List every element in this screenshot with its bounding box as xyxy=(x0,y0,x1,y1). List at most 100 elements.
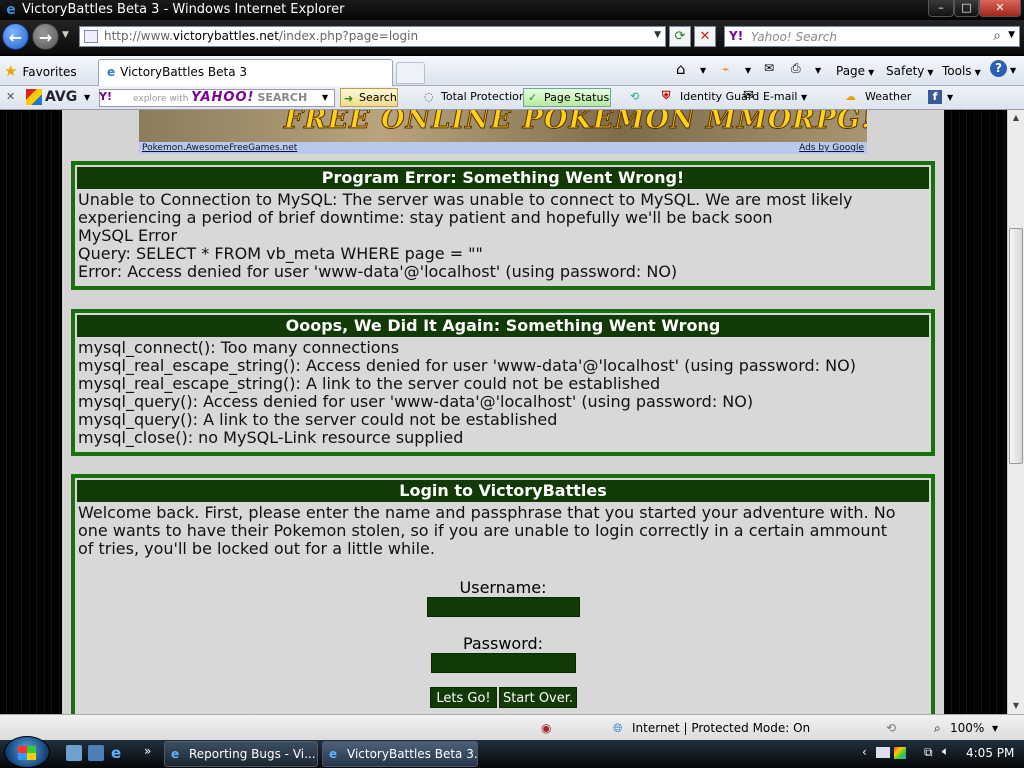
security-zone[interactable]: Internet | Protected Mode: On xyxy=(632,721,810,735)
maximize-button[interactable]: □ xyxy=(954,0,979,17)
taskbar-reporting-bugs[interactable]: e Reporting Bugs - Vi... xyxy=(164,741,318,767)
yahoo-icon: Y! xyxy=(729,29,744,43)
stop-icon[interactable]: ✕ xyxy=(694,26,716,47)
recent-pages-dropdown-icon[interactable]: ▼ xyxy=(62,30,69,40)
toolbar-search-button[interactable]: ➜ Search xyxy=(340,88,398,107)
tray-app-icon[interactable] xyxy=(894,747,906,759)
email-button[interactable]: E-mail ▼ xyxy=(763,90,807,103)
privacy-icon[interactable]: ◉ xyxy=(541,721,551,735)
rss-icon[interactable]: ⌁ xyxy=(722,62,729,76)
windows-start-icon[interactable] xyxy=(4,736,50,768)
ie-icon: e xyxy=(329,747,338,761)
program-error-body: Unable to Connection to MySQL: The serve… xyxy=(75,189,931,281)
intro-line: one wants to have their Pokemon stolen, … xyxy=(78,521,887,540)
username-label: Username: xyxy=(459,578,547,597)
quicklaunch-overflow-icon[interactable]: » xyxy=(144,744,151,758)
help-icon[interactable]: ? xyxy=(990,60,1007,77)
avg-label: AVG xyxy=(45,89,78,105)
close-toolbar-icon[interactable]: ✕ xyxy=(6,90,15,103)
address-dropdown-icon[interactable]: ▼ xyxy=(654,30,661,40)
login-title: Login to VictoryBattles xyxy=(77,480,929,502)
page-icon xyxy=(84,30,98,43)
avg-dropdown-icon[interactable]: ▼ xyxy=(84,93,90,102)
print-icon[interactable]: ⎙ xyxy=(791,61,801,76)
ie-quicklaunch-icon[interactable]: e xyxy=(111,745,127,761)
error-line: mysql_close(): no MySQL-Link resource su… xyxy=(78,428,464,447)
scroll-up-icon[interactable]: ▲ xyxy=(1008,110,1024,126)
taskbar-victorybattles[interactable]: e VictoryBattles Beta 3... xyxy=(322,741,478,767)
language-icon[interactable] xyxy=(876,747,890,758)
search-dropdown-icon[interactable]: ▼ xyxy=(1008,30,1015,40)
ad-banner-text: FREE ONLINE POKEMON MMORPG! xyxy=(284,110,867,136)
total-protection-button[interactable]: Total Protection xyxy=(441,90,526,103)
minimize-button[interactable]: – xyxy=(928,0,954,17)
username-input[interactable] xyxy=(427,597,580,617)
identity-guard-shield-icon: ⛨ xyxy=(662,89,671,102)
facebook-dropdown-icon[interactable]: ▼ xyxy=(947,93,953,102)
page-menu[interactable]: Page ▼ xyxy=(836,64,874,78)
favorites-button[interactable]: ★ Favorites xyxy=(4,60,77,82)
vertical-scrollbar[interactable]: ▲ ▼ xyxy=(1007,110,1024,714)
yahoo-brand: YAHOO! xyxy=(191,90,255,105)
close-window-button[interactable]: ✕ xyxy=(979,0,1021,17)
tray-expand-icon[interactable]: ‹ xyxy=(862,745,867,759)
scroll-thumb[interactable] xyxy=(1009,228,1023,464)
address-bar[interactable]: http://www.victorybattles.net/index.php?… xyxy=(79,26,666,47)
error-line: Error: Access denied for user 'www-data'… xyxy=(78,262,678,281)
ads-by-google-link[interactable]: Ads by Google xyxy=(799,142,864,154)
oops-error-box: Ooops, We Did It Again: Something Went W… xyxy=(71,309,935,456)
avg-button[interactable]: AVG xyxy=(26,89,77,105)
yahoo-search-field[interactable]: explore with YAHOO! SEARCH xyxy=(99,89,335,107)
home-icon[interactable]: ⌂ xyxy=(676,60,686,78)
error-line: mysql_connect(): Too many connections xyxy=(78,338,400,357)
password-input[interactable] xyxy=(431,653,576,673)
clock[interactable]: 4:05 PM xyxy=(966,746,1014,760)
yahoo-search-word: SEARCH xyxy=(257,91,308,104)
home-dropdown-icon[interactable]: ▼ xyxy=(700,66,706,75)
help-dropdown-icon[interactable]: ▼ xyxy=(1010,66,1016,75)
error-line: experiencing a period of brief downtime:… xyxy=(78,208,773,227)
error-line: MySQL Error xyxy=(78,226,178,245)
zoom-level[interactable]: 100% xyxy=(950,721,984,735)
refresh-icon[interactable]: ⟳ xyxy=(669,26,691,47)
read-mail-icon[interactable]: ✉ xyxy=(764,61,774,75)
protected-mode-icon[interactable]: ⟲ xyxy=(886,721,896,735)
ad-source-link[interactable]: Pokemon.AwesomeFreeGames.net xyxy=(142,142,297,154)
tools-menu[interactable]: Tools ▼ xyxy=(942,64,981,78)
rss-dropdown-icon[interactable]: ▼ xyxy=(745,66,751,75)
window-title-bar: e VictoryBattles Beta 3 - Windows Intern… xyxy=(0,0,1024,20)
weather-button[interactable]: Weather xyxy=(865,90,911,103)
ie-icon: e xyxy=(171,747,180,761)
print-dropdown-icon[interactable]: ▼ xyxy=(815,66,821,75)
facebook-icon[interactable]: f xyxy=(928,90,942,104)
error-line: Query: SELECT * FROM vb_meta WHERE page … xyxy=(78,244,483,263)
intro-line: of tries, you'll be locked out for a lit… xyxy=(78,539,435,558)
network-icon[interactable]: ⧉ xyxy=(924,745,933,760)
tools-menu-label: Tools xyxy=(942,64,972,78)
yahoo-dropdown-icon[interactable]: ▼ xyxy=(322,93,328,102)
zoom-dropdown-icon[interactable]: ▼ xyxy=(992,724,998,733)
forward-icon[interactable]: → xyxy=(32,23,59,50)
search-field[interactable]: Y! Yahoo! Search ⌕ ▼ xyxy=(724,26,1020,47)
new-tab-button[interactable] xyxy=(396,62,425,84)
error-line: mysql_query(): A link to the server coul… xyxy=(78,410,558,429)
safety-menu[interactable]: Safety ▼ xyxy=(886,64,934,78)
back-icon[interactable]: ← xyxy=(2,23,29,50)
switch-windows-icon[interactable] xyxy=(88,745,104,761)
volume-icon[interactable]: 🔈︎ xyxy=(942,744,949,759)
scroll-down-icon[interactable]: ▼ xyxy=(1008,698,1024,714)
browser-tab[interactable]: e VictoryBattles Beta 3 xyxy=(98,59,393,86)
system-tray: ‹ ⧉ 🔈︎ 4:05 PM xyxy=(858,740,1024,768)
ad-banner-footer: Pokemon.AwesomeFreeGames.net Ads by Goog… xyxy=(139,142,867,154)
zoom-icon: ⌕ xyxy=(934,721,941,735)
address-url[interactable]: http://www.victorybattles.net/index.php?… xyxy=(104,29,418,43)
page-status-button[interactable]: ✓ Page Status xyxy=(523,88,611,107)
search-icon[interactable]: ⌕ xyxy=(993,28,1001,44)
toolbar-options-icon[interactable]: ⟲ xyxy=(630,90,639,103)
password-label: Password: xyxy=(462,634,544,653)
show-desktop-icon[interactable] xyxy=(66,745,82,761)
login-intro: Welcome back. First, please enter the na… xyxy=(75,502,931,558)
submit-button[interactable]: Lets Go! xyxy=(430,687,497,708)
email-icon: ✉ xyxy=(743,88,754,103)
reset-button[interactable]: Start Over. xyxy=(499,687,577,708)
